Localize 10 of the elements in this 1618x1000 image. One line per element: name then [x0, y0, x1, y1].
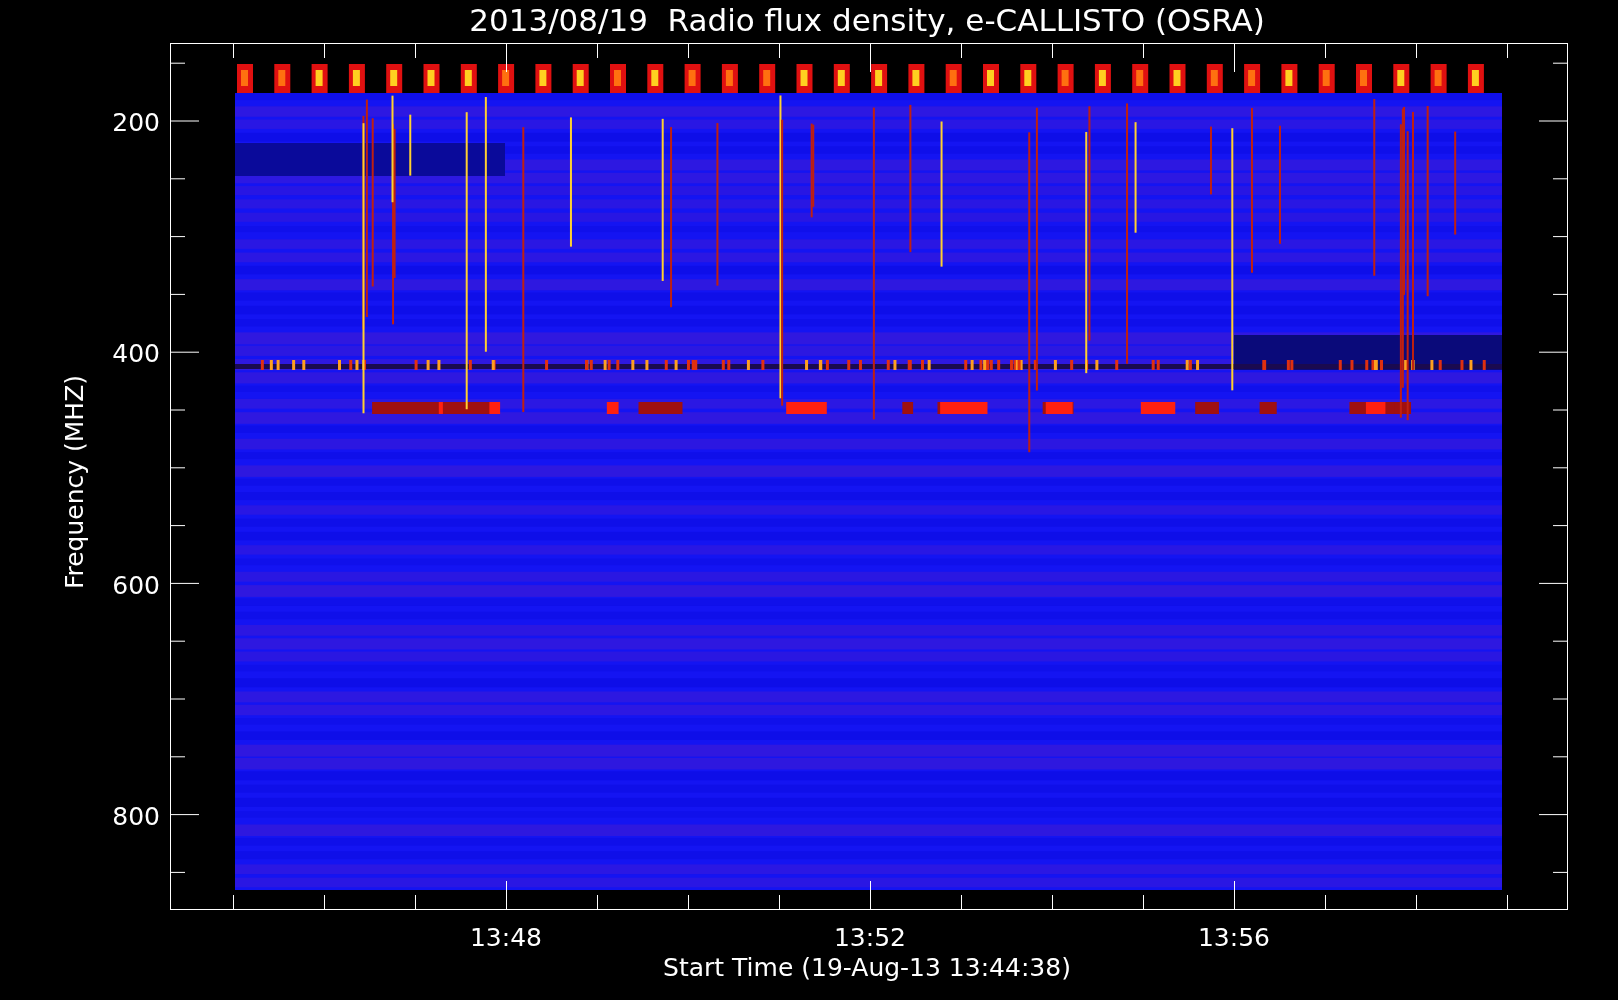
tick-label: 13:56	[1198, 923, 1270, 952]
tick-label: 13:48	[470, 923, 542, 952]
tick-label: 400	[112, 339, 160, 369]
tick-label: 13:52	[834, 923, 906, 952]
chart-title: 2013/08/19 Radio flux density, e-CALLISTO (OSRA)	[469, 2, 1265, 38]
tick-label: 200	[112, 108, 160, 137]
tick-label: 800	[112, 801, 160, 831]
tick-label: 600	[112, 570, 160, 600]
axis-label: Frequency (MHZ)	[60, 374, 89, 590]
axis-label: Start Time (19-Aug-13 13:44:38)	[663, 953, 1071, 982]
